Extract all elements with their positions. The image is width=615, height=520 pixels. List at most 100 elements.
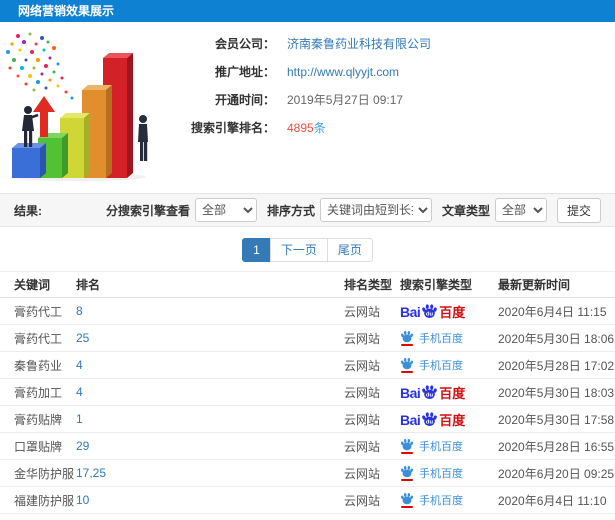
cell-updated: 2020年5月28日 16:55 <box>498 439 615 454</box>
cell-updated: 2020年5月28日 17:02 <box>498 358 615 373</box>
cell-keyword: 福建防护服 <box>14 493 75 508</box>
cell-updated: 2020年5月30日 18:03 <box>498 385 615 400</box>
cell-rank-type: 云网站 <box>344 304 381 319</box>
col-header-1: 排名 <box>76 278 101 292</box>
baidu-paw-icon <box>401 358 413 370</box>
engine-rank-count-unit: 条 <box>313 121 326 135</box>
results-label: 结果: <box>14 203 42 218</box>
baidu-logo-cn: 百度 <box>439 385 466 401</box>
bar-blue <box>12 143 46 178</box>
cell-engine: 手机百度 <box>400 492 498 508</box>
rank-link[interactable]: 8 <box>76 304 83 318</box>
baidu-paw-icon: du <box>422 411 438 426</box>
cell-engine: 手机百度 <box>400 465 498 481</box>
sort-filter-select[interactable]: 关键词由短到长排序 <box>319 198 432 222</box>
rank-link[interactable]: 1 <box>76 412 83 426</box>
rank-link[interactable]: 25 <box>76 331 89 345</box>
rank-link[interactable]: 10 <box>76 493 89 507</box>
pagination-list: 1 下一页 尾页 <box>242 238 373 262</box>
table-row: 秦鲁药业 4 云网站 手机百度 2020年5月28日 17:02 <box>0 352 615 379</box>
mobile-baidu-label: 手机百度 <box>419 495 463 507</box>
mobile-paw-icon <box>400 438 414 454</box>
page-item-1[interactable]: 1 <box>242 238 271 262</box>
keyword-rank-table: 关键词 排名 排名类型 搜索引擎类型 最新更新时间 膏药代工 8 云网站 Bai du 百度 202… <box>0 271 615 520</box>
cell-rank-type: 云网站 <box>344 358 381 373</box>
cell-engine: Bai du 百度 <box>400 411 498 428</box>
svg-text:du: du <box>426 392 434 398</box>
paw-underline <box>401 452 413 454</box>
baidu-paw-icon <box>401 493 413 505</box>
engine-filter-label: 分搜索引擎查看 <box>105 203 190 218</box>
mobile-baidu-label: 手机百度 <box>419 333 463 345</box>
promo-url-value[interactable]: http://www.qlyyjt.com <box>287 65 399 79</box>
cell-keyword: 膏药代工 <box>14 331 63 346</box>
mobile-paw-icon <box>400 330 414 346</box>
baidu-logo-cn: 百度 <box>439 412 466 428</box>
table-row: 手机百度 <box>0 514 615 520</box>
col-header-3: 搜索引擎类型 <box>400 278 473 292</box>
baidu-paw-icon <box>401 331 413 343</box>
filter-bar: 结果: 分搜索引擎查看 全部 排序方式 关键词由短到长排序 文章类型 全部 提交 <box>0 193 615 227</box>
promo-url-label: 推广地址： <box>214 65 275 79</box>
baidu-logo-bai: Bai <box>400 384 421 401</box>
engine-rank-count-label: 搜索引擎排名： <box>190 121 275 135</box>
engine-rank-count-count: 4895 <box>287 121 314 135</box>
table-header-row: 关键词 排名 排名类型 搜索引擎类型 最新更新时间 <box>0 272 615 298</box>
cell-rank-type: 云网站 <box>344 439 381 454</box>
table-row: 福建防护服 10 云网站 手机百度 2020年6月4日 11:10 <box>0 487 615 514</box>
member-company-value[interactable]: 济南秦鲁药业科技有限公司 <box>287 35 431 52</box>
mobile-baidu-logo: 手机百度 <box>400 465 463 481</box>
baidu-paw-icon: du <box>422 384 438 399</box>
article-type-filter-select[interactable]: 全部 <box>494 198 547 222</box>
cell-keyword: 金华防护服 <box>14 466 75 481</box>
cell-updated: 2020年6月4日 11:10 <box>498 493 607 508</box>
cell-keyword: 膏药贴牌 <box>14 412 63 427</box>
table-row: 膏药加工 4 云网站 Bai du 百度 2020年5月30日 18:03 <box>0 379 615 406</box>
paw-underline <box>401 506 413 508</box>
cell-rank: 1 <box>76 412 344 426</box>
cell-rank-type: 云网站 <box>344 412 381 427</box>
page-item-last[interactable]: 尾页 <box>326 238 373 262</box>
businessman-right <box>138 115 148 161</box>
rank-link[interactable]: 29 <box>76 439 89 453</box>
mobile-paw-icon <box>400 357 414 373</box>
cell-keyword: 秦鲁药业 <box>14 358 63 373</box>
cell-rank: 10 <box>76 493 344 507</box>
cell-rank-type: 云网站 <box>344 331 381 346</box>
cell-updated: 2020年5月30日 17:58 <box>498 412 615 427</box>
cell-updated: 2020年6月4日 11:15 <box>498 304 607 319</box>
mobile-baidu-label: 手机百度 <box>419 468 463 480</box>
rank-link[interactable]: 17,25 <box>76 466 106 480</box>
cell-rank: 4 <box>76 385 344 399</box>
article-type-filter-label: 文章类型 <box>441 203 490 218</box>
cell-rank: 4 <box>76 358 344 372</box>
businessman-left <box>22 106 39 147</box>
open-time-value: 2019年5月27日 09:17 <box>287 93 404 107</box>
member-info: 会员公司： 济南秦鲁药业科技有限公司 推广地址： http://www.qlyyjt.… <box>175 36 431 148</box>
cell-engine: 手机百度 <box>400 330 498 346</box>
baidu-logo: Bai du 百度 <box>400 411 465 427</box>
open-time-label: 开通时间： <box>214 93 275 107</box>
paw-underline <box>401 479 413 481</box>
cell-keyword: 膏药代工 <box>14 304 63 319</box>
engine-filter-select[interactable]: 全部 <box>194 198 257 222</box>
baidu-logo: Bai du 百度 <box>400 303 465 319</box>
mobile-baidu-label: 手机百度 <box>419 441 463 453</box>
page-item-next[interactable]: 下一页 <box>269 238 328 262</box>
rank-link[interactable]: 4 <box>76 358 83 372</box>
baidu-paw-icon <box>401 466 413 478</box>
submit-button[interactable]: 提交 <box>556 197 601 223</box>
engine-rank-count-value: 4895条 <box>287 119 326 136</box>
cell-engine: 手机百度 <box>400 357 498 373</box>
info-field-promo-url: 推广地址： http://www.qlyyjt.com <box>175 64 431 80</box>
cell-engine: Bai du 百度 <box>400 303 498 320</box>
cell-rank: 8 <box>76 304 344 318</box>
rank-link[interactable]: 4 <box>76 385 83 399</box>
cell-engine: Bai du 百度 <box>400 384 498 401</box>
cell-rank: 29 <box>76 439 344 453</box>
confetti-dots <box>6 32 74 100</box>
filter-group-engine-filter: 分搜索引擎查看 全部 <box>96 198 257 222</box>
svg-text:du: du <box>426 311 434 317</box>
baidu-paw-icon: du <box>422 303 438 318</box>
paw-underline <box>401 344 413 346</box>
